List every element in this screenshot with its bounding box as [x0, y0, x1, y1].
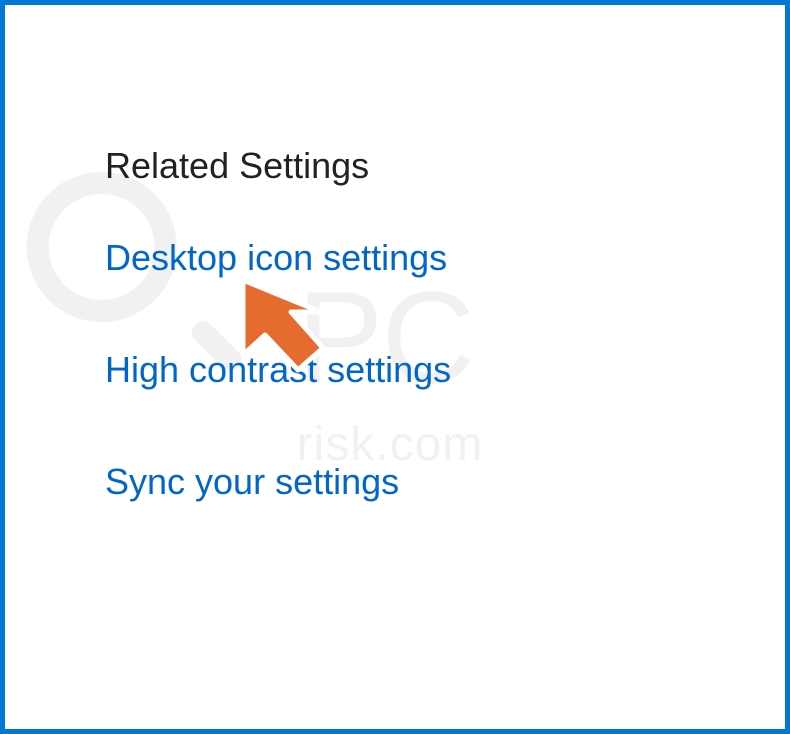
desktop-icon-settings-link[interactable]: Desktop icon settings [105, 237, 685, 279]
settings-panel-frame: PC risk.com Related Settings Desktop ico… [0, 0, 790, 734]
sync-your-settings-link[interactable]: Sync your settings [105, 461, 685, 503]
related-settings-section: Related Settings Desktop icon settings H… [105, 145, 685, 503]
section-heading: Related Settings [105, 145, 685, 187]
high-contrast-settings-link[interactable]: High contrast settings [105, 349, 685, 391]
